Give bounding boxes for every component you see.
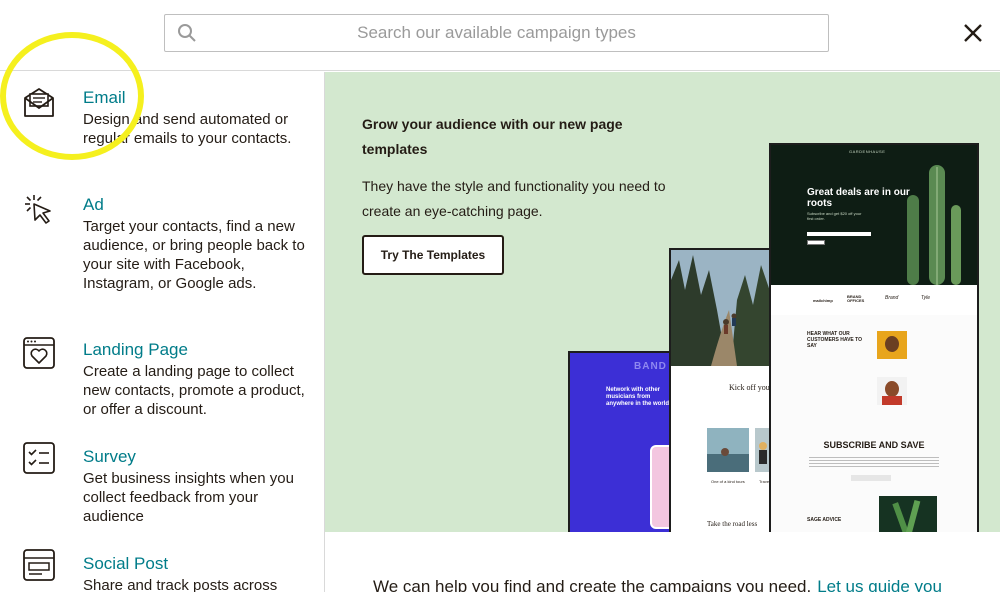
subscribe-field	[851, 475, 891, 481]
subscribe-text	[809, 455, 939, 469]
campaign-type-description: Create a landing page to collect new con…	[83, 363, 305, 418]
garden-subscribe-button	[807, 240, 825, 245]
campaign-type-description: Share and track posts across	[83, 577, 278, 592]
logo-mailchimp: mailchimp	[813, 298, 833, 303]
promo-title: Grow your audience with our new page tem…	[362, 116, 623, 157]
lake-photo	[707, 428, 749, 472]
campaign-type-description: Design and send automated or regular ema…	[83, 111, 292, 147]
close-icon[interactable]	[962, 22, 984, 44]
campaign-type-survey[interactable]: Survey Get business insights when you co…	[0, 442, 324, 535]
logo-brand-offices: BRAND OFFICES	[847, 294, 865, 303]
advice-heading: SAGE ADVICE	[807, 517, 842, 523]
garden-email-field	[807, 232, 871, 236]
plant-photo	[879, 496, 937, 532]
header	[0, 0, 1000, 71]
templates-promo-banner: Grow your audience with our new page tem…	[325, 72, 1000, 532]
campaign-type-ad[interactable]: Ad Target your contacts, find a new audi…	[0, 193, 324, 313]
subscribe-heading: SUBSCRIBE AND SAVE	[823, 440, 925, 450]
heart-page-icon	[23, 337, 55, 369]
band-logo: BAND	[634, 361, 667, 372]
social-post-icon	[23, 549, 55, 581]
garden-headline: Great deals are in our roots	[807, 187, 910, 209]
customer-avatar-2	[877, 377, 907, 405]
campaign-type-title: Ad	[83, 195, 104, 214]
garden-template-preview: GARDENHAUSE Great deals are in our roots…	[771, 145, 977, 532]
cursor-click-icon	[25, 195, 51, 224]
guide-link[interactable]: Let us guide you	[817, 577, 942, 592]
guidance-text: We can help you find and create the camp…	[373, 577, 812, 592]
campaign-type-title: Email	[83, 88, 126, 107]
garden-hero: GARDENHAUSE Great deals are in our roots…	[771, 145, 977, 285]
band-template-preview: BAND Network with other musicians from a…	[570, 353, 672, 532]
forest-trail-image	[671, 250, 773, 366]
campaign-type-landing-page[interactable]: Landing Page Create a landing page to co…	[0, 337, 324, 428]
travel-caption-2: Trave	[759, 479, 770, 484]
search-box[interactable]	[164, 14, 829, 52]
band-phone-image	[652, 447, 672, 527]
garden-subtext: Subscribe and get $20 off your first ord…	[807, 211, 862, 221]
campaign-type-title: Survey	[83, 447, 136, 466]
campaign-type-title: Social Post	[83, 554, 169, 573]
travel-template-preview: Kick off your One of a kind tours Trave …	[671, 250, 773, 532]
testimonial-heading: HEAR WHAT OUR CUSTOMERS HAVE TO SAY	[807, 331, 863, 349]
campaign-type-email[interactable]: Email Design and send automated or regul…	[0, 86, 324, 186]
cactus-image	[907, 165, 961, 285]
logo-tyle: Tyle	[921, 295, 931, 301]
travel-footer-heading: Take the road less	[707, 520, 758, 528]
campaign-type-list: Email Design and send automated or regul…	[0, 72, 325, 592]
search-input[interactable]	[165, 15, 828, 51]
logo-brand: Brand	[885, 295, 899, 301]
travel-caption-1: One of a kind tours	[711, 479, 745, 484]
campaign-type-social-post[interactable]: Social Post Share and track posts across	[0, 549, 324, 592]
garden-brand: GARDENHAUSE	[849, 149, 886, 154]
guidance-message: We can help you find and create the camp…	[373, 577, 942, 592]
garden-logo-strip: mailchimp BRAND OFFICES Brand Tyle	[771, 285, 977, 315]
checklist-icon	[23, 442, 55, 474]
campaign-type-description: Target your contacts, find a new audienc…	[83, 218, 305, 292]
promo-description: They have the style and functionality yo…	[362, 178, 666, 219]
band-headline: Network with other musicians from anywhe…	[606, 387, 670, 407]
email-icon	[24, 88, 54, 117]
try-templates-button[interactable]: Try The Templates	[362, 235, 504, 275]
campaign-type-description: Get business insights when you collect f…	[83, 470, 294, 525]
campaign-type-title: Landing Page	[83, 340, 188, 359]
travel-heading: Kick off your	[729, 383, 773, 392]
customer-avatar-1	[877, 331, 907, 359]
